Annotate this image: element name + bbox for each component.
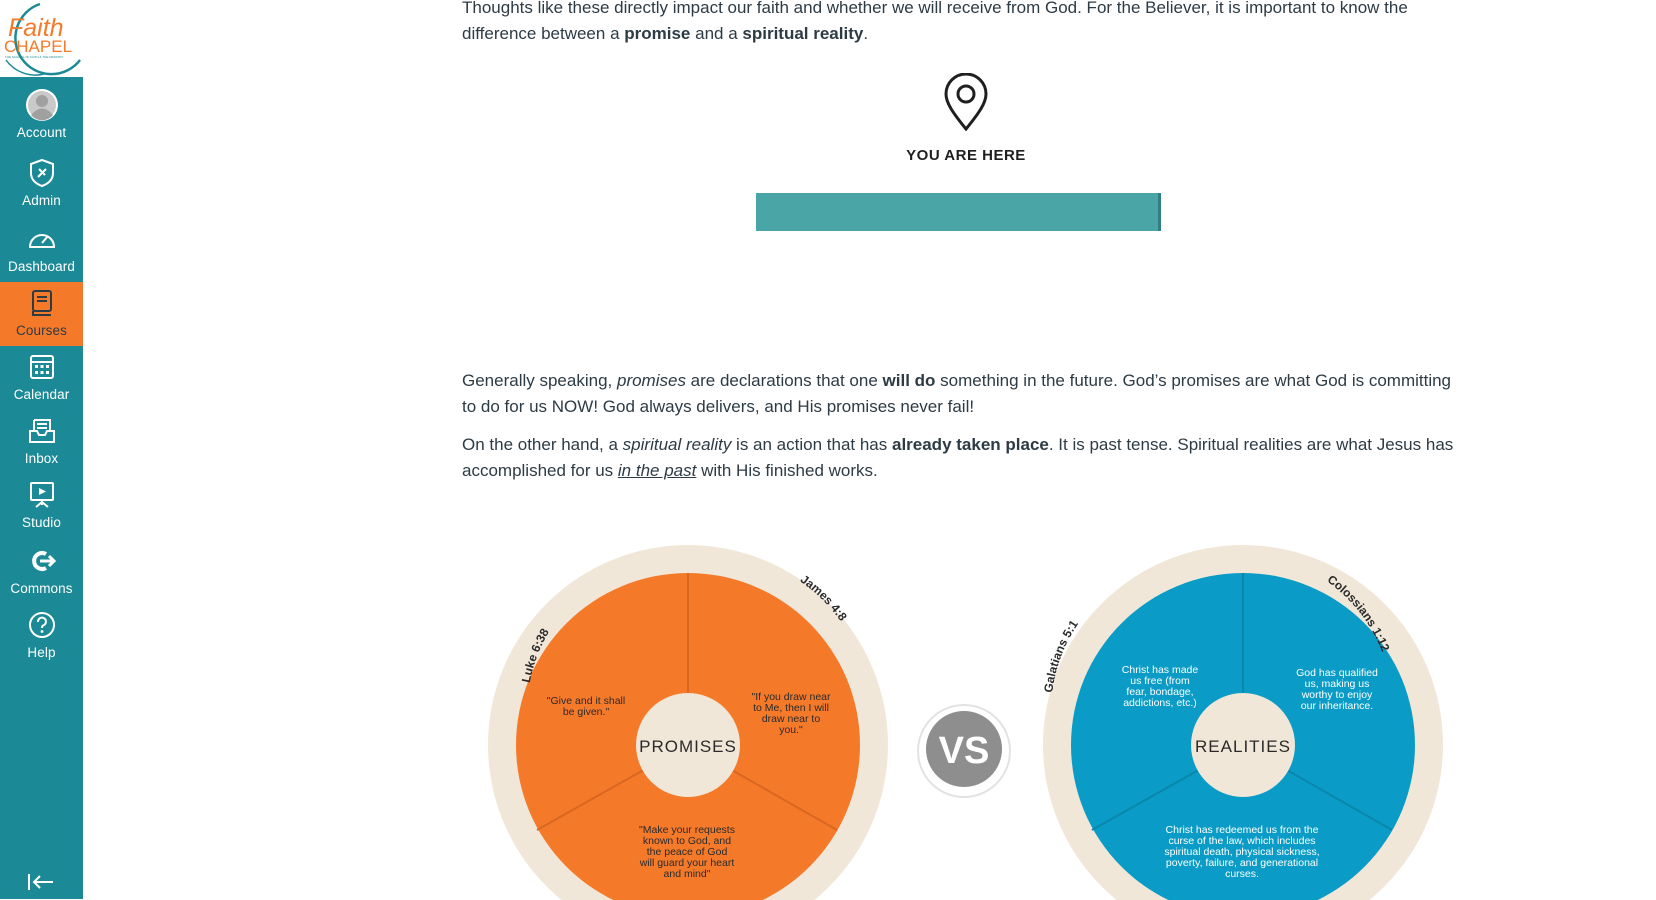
logo-graphic: Faith CHAPEL THE SCHOOL OF FAITH & THE M… <box>4 2 81 76</box>
calendar-icon <box>25 350 59 384</box>
p1-text-b: are declarations that one <box>685 371 883 390</box>
faith-chapel-logo[interactable]: Faith CHAPEL THE SCHOOL OF FAITH & THE M… <box>0 0 83 77</box>
svg-text:addictions, etc.): addictions, etc.) <box>1123 697 1197 709</box>
collapse-nav-button[interactable] <box>26 872 56 892</box>
nav-courses-label: Courses <box>16 323 67 338</box>
intro-paragraph: Thoughts like these directly impact our … <box>462 0 1462 47</box>
nav-commons[interactable]: Commons <box>0 540 83 604</box>
p2-bold-already-taken-place: already taken place <box>891 435 1049 454</box>
svg-text:curses.: curses. <box>1225 868 1259 880</box>
nav-account-label: Account <box>16 125 67 140</box>
nav-help-label: Help <box>27 645 56 660</box>
realities-wheel: REALITIES Galatians 5:1 Colossians 1:12 … <box>1041 545 1443 900</box>
promises-wheel: PROMISES Luke 6:38 James 4:8 "Give and i… <box>488 545 888 900</box>
nav-commons-label: Commons <box>10 581 73 596</box>
intro-text-end: . <box>863 24 869 43</box>
nav-calendar[interactable]: Calendar <box>0 346 83 410</box>
p2-italic-spiritual-reality: spiritual reality <box>622 435 732 454</box>
p2-text-a: On the other hand, a <box>462 435 623 454</box>
logo-tagline-text: THE SCHOOL OF FAITH & THE MINISTRY <box>5 55 63 59</box>
you-are-here-label: YOU ARE HERE <box>906 147 1026 164</box>
book-icon <box>25 286 59 320</box>
map-pin-icon <box>944 73 988 131</box>
svg-text:and mind": and mind" <box>664 868 711 880</box>
nav-studio-label: Studio <box>22 515 61 530</box>
p1-text-a: Generally speaking, <box>462 371 617 390</box>
progress-bar <box>756 193 1161 231</box>
nav-studio[interactable]: Studio <box>0 474 83 538</box>
p2-text-b: is an action that has <box>731 435 892 454</box>
logo-chapel-text: CHAPEL <box>4 37 72 56</box>
intro-line-cut: Thoughts like these directly impact our … <box>462 0 1408 17</box>
shield-icon <box>25 156 59 190</box>
intro-text-a: difference between a <box>462 24 625 43</box>
studio-icon <box>25 478 59 512</box>
global-navigation: Faith CHAPEL THE SCHOOL OF FAITH & THE M… <box>0 0 83 899</box>
p2-text-d: with His finished works. <box>696 461 878 480</box>
realities-paragraph: On the other hand, a spiritual reality i… <box>462 432 1462 484</box>
nav-dashboard-label: Dashboard <box>8 259 75 274</box>
nav-admin[interactable]: Admin <box>0 152 83 216</box>
dashboard-icon <box>25 222 59 256</box>
collapse-icon <box>28 874 53 890</box>
p1-bold-will-do: will do <box>882 371 936 390</box>
avatar-icon <box>25 88 59 122</box>
nav-inbox[interactable]: Inbox <box>0 410 83 474</box>
nav-dashboard[interactable]: Dashboard <box>0 218 83 282</box>
vs-badge: VS <box>917 704 1011 798</box>
nav-calendar-label: Calendar <box>13 387 70 402</box>
intro-text-b: and a <box>690 24 743 43</box>
p2-in-the-past: in the past <box>617 461 697 480</box>
svg-text:you.": you." <box>779 724 803 736</box>
promises-center-label: PROMISES <box>639 737 737 756</box>
intro-bold-promise: promise <box>624 24 691 43</box>
commons-icon <box>25 544 59 578</box>
nav-account[interactable]: Account <box>0 84 83 148</box>
realities-quote-1: Christ has made us free (from fear, bond… <box>1122 664 1199 709</box>
intro-bold-spiritual-reality: spiritual reality <box>742 24 864 43</box>
nav-admin-label: Admin <box>22 193 61 208</box>
svg-text:our inheritance.: our inheritance. <box>1301 700 1373 712</box>
nav-courses[interactable]: Courses <box>0 282 83 346</box>
promises-vs-realities-diagram: PROMISES Luke 6:38 James 4:8 "Give and i… <box>488 545 1443 900</box>
svg-text:be given.": be given." <box>563 706 610 718</box>
realities-quote-2: God has qualified us, making us worthy t… <box>1296 667 1378 712</box>
promises-paragraph: Generally speaking, promises are declara… <box>462 368 1462 420</box>
you-are-here-graphic: YOU ARE HERE <box>746 73 1186 243</box>
realities-center-label: REALITIES <box>1195 737 1291 756</box>
p1-italic-promises: promises <box>616 371 686 390</box>
inbox-icon <box>25 414 59 448</box>
nav-inbox-label: Inbox <box>24 451 59 466</box>
nav-help[interactable]: Help <box>0 604 83 668</box>
help-icon <box>25 608 59 642</box>
vs-label: VS <box>939 730 990 772</box>
